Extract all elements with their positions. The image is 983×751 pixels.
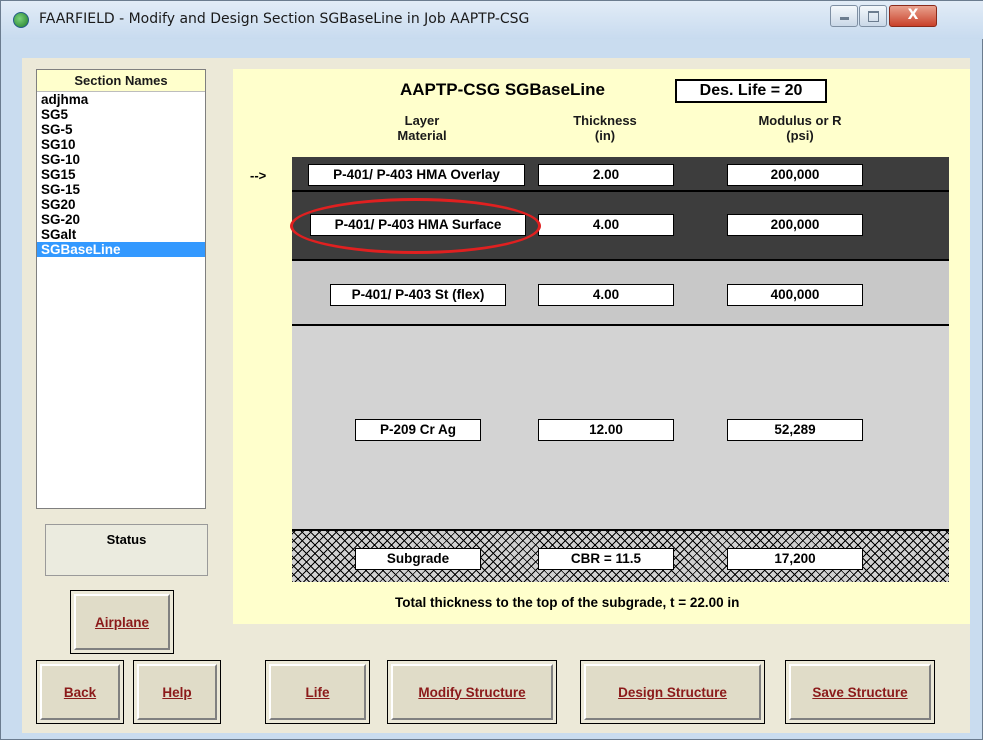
layer-thickness-field[interactable]: 4.00 <box>538 284 674 306</box>
list-item[interactable]: SG-10 <box>37 152 205 167</box>
subgrade-material-field[interactable]: Subgrade <box>355 548 481 570</box>
section-names-list[interactable]: Section Names adjhma SG5 SG-5 SG10 SG-10… <box>36 69 206 509</box>
faarfield-app-icon <box>13 12 29 28</box>
list-item[interactable]: SG15 <box>37 167 205 182</box>
back-button-label: Back <box>40 664 120 720</box>
window-title: FAARFIELD - Modify and Design Section SG… <box>39 11 530 27</box>
list-item[interactable]: SG-5 <box>37 122 205 137</box>
layer-thickness-field[interactable]: 4.00 <box>538 214 674 236</box>
status-box: Status <box>45 524 208 576</box>
list-item[interactable]: SG5 <box>37 107 205 122</box>
close-icon: X <box>907 7 919 23</box>
list-item[interactable]: SGalt <box>37 227 205 242</box>
modify-structure-button[interactable]: Modify Structure <box>387 660 557 724</box>
airplane-button[interactable]: Airplane <box>70 590 174 654</box>
list-item-selected[interactable]: SGBaseLine <box>37 242 205 257</box>
list-item[interactable]: adjhma <box>37 92 205 107</box>
minimize-icon <box>840 17 849 20</box>
minimize-button[interactable] <box>830 5 858 27</box>
layer-thickness-field[interactable]: 2.00 <box>538 164 674 186</box>
list-item[interactable]: SG-15 <box>37 182 205 197</box>
section-names-items: adjhma SG5 SG-5 SG10 SG-10 SG15 SG-15 SG… <box>37 92 205 257</box>
design-life-field[interactable]: Des. Life = 20 <box>675 79 827 103</box>
thickness-header: Thickness (in) <box>573 113 637 143</box>
maximize-button[interactable] <box>859 5 887 27</box>
layer-modulus-field[interactable]: 200,000 <box>727 214 863 236</box>
modulus-header: Modulus or R (psi) <box>758 113 842 143</box>
highlight-annotation-ellipse <box>290 198 541 254</box>
maximize-icon <box>868 11 879 22</box>
design-structure-button-label: Design Structure <box>584 664 761 720</box>
life-button[interactable]: Life <box>265 660 370 724</box>
total-thickness-text: Total thickness to the top of the subgra… <box>395 595 740 610</box>
title-bar: FAARFIELD - Modify and Design Section SG… <box>1 1 983 39</box>
design-structure-button[interactable]: Design Structure <box>580 660 765 724</box>
save-structure-button-label: Save Structure <box>789 664 931 720</box>
close-button[interactable]: X <box>889 5 937 27</box>
subgrade-cbr-field[interactable]: CBR = 11.5 <box>538 548 674 570</box>
layer-modulus-field[interactable]: 400,000 <box>727 284 863 306</box>
current-layer-arrow: --> <box>250 168 267 183</box>
section-names-header: Section Names <box>37 70 205 92</box>
list-item[interactable]: SG20 <box>37 197 205 212</box>
help-button-label: Help <box>137 664 217 720</box>
life-button-label: Life <box>269 664 366 720</box>
layer-material-field[interactable]: P-401/ P-403 HMA Overlay <box>308 164 525 186</box>
subgrade-modulus-field[interactable]: 17,200 <box>727 548 863 570</box>
back-button[interactable]: Back <box>36 660 124 724</box>
help-button[interactable]: Help <box>133 660 221 724</box>
layer-modulus-field[interactable]: 200,000 <box>727 164 863 186</box>
layer-material-header: Layer Material <box>397 113 447 143</box>
list-item[interactable]: SG-20 <box>37 212 205 227</box>
layer-material-field[interactable]: P-401/ P-403 St (flex) <box>330 284 506 306</box>
airplane-button-label: Airplane <box>74 594 170 650</box>
layer-modulus-field[interactable]: 52,289 <box>727 419 863 441</box>
section-heading: AAPTP-CSG SGBaseLine <box>400 80 605 99</box>
layer-material-field[interactable]: P-209 Cr Ag <box>355 419 481 441</box>
layer-thickness-field[interactable]: 12.00 <box>538 419 674 441</box>
save-structure-button[interactable]: Save Structure <box>785 660 935 724</box>
list-item[interactable]: SG10 <box>37 137 205 152</box>
modify-structure-button-label: Modify Structure <box>391 664 553 720</box>
